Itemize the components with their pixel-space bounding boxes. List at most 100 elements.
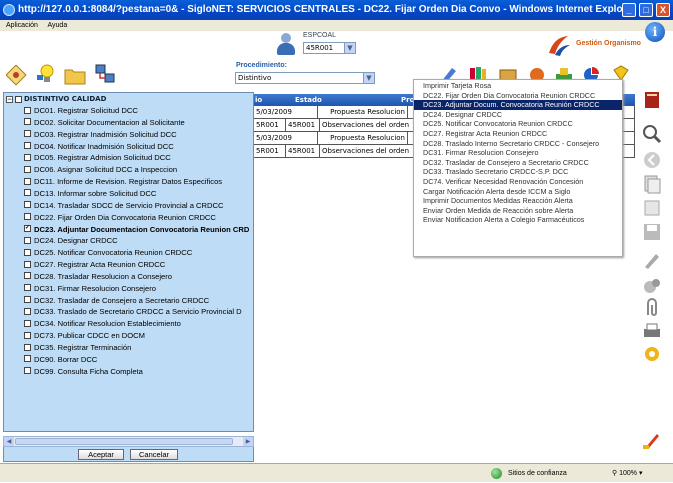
- checkbox[interactable]: [24, 248, 31, 256]
- info-icon[interactable]: i: [645, 22, 665, 42]
- idea-bulb-icon[interactable]: [36, 63, 58, 85]
- tree-item[interactable]: DC25. Notificar Convocatoria Reunion CRD…: [24, 247, 192, 259]
- checkbox[interactable]: [24, 307, 31, 315]
- scroll-left-icon[interactable]: ◀: [4, 437, 14, 446]
- dropdown-item[interactable]: DC22. Fijar Orden Dia Convocatoria Reuni…: [414, 91, 622, 101]
- tree-item[interactable]: DC35. Registrar Terminación: [24, 342, 131, 354]
- tree-item[interactable]: DC27. Registrar Acta Reunion CRDCC: [24, 259, 165, 271]
- dropdown-item[interactable]: DC25. Notificar Convocatoria Reunion CRD…: [414, 119, 622, 129]
- tree-root[interactable]: − DISTINTIVO CALIDAD: [6, 94, 106, 104]
- checkbox[interactable]: [24, 189, 31, 197]
- network-computers-icon[interactable]: [94, 63, 116, 85]
- checkbox[interactable]: [24, 213, 31, 221]
- dropdown-item[interactable]: Enviar Orden Medida de Reacción sobre Al…: [414, 206, 622, 216]
- save-icon[interactable]: [641, 221, 663, 243]
- settings-gear-icon[interactable]: [641, 343, 663, 365]
- checkbox[interactable]: [24, 177, 31, 185]
- checkbox[interactable]: [24, 201, 31, 209]
- security-zone[interactable]: Sitios de confianza: [488, 464, 567, 483]
- checkbox[interactable]: [24, 331, 31, 339]
- dropdown-item[interactable]: DC23. Adjuntar Docum. Convocatoria Reuni…: [414, 100, 622, 110]
- dropdown-item[interactable]: Imprimir Documentos Medidas Reacción Ale…: [414, 196, 622, 206]
- dropdown-item[interactable]: Enviar Notificacion Alerta a Colegio Far…: [414, 215, 622, 225]
- tree-item[interactable]: DC33. Traslado de Secretario CRDCC a Ser…: [24, 306, 242, 318]
- certificate-icon[interactable]: [6, 65, 28, 87]
- checkbox[interactable]: [24, 367, 31, 375]
- checkbox[interactable]: [24, 355, 31, 363]
- scrollbar-thumb[interactable]: [15, 438, 233, 445]
- horizontal-scrollbar[interactable]: ◀ ▶: [3, 436, 254, 447]
- dropdown-item[interactable]: DC28. Traslado Interno Secretario CRDCC …: [414, 139, 622, 149]
- checkbox[interactable]: [24, 118, 31, 126]
- checkbox[interactable]: [24, 165, 31, 173]
- tree-item[interactable]: DC24. Designar CRDCC: [24, 235, 118, 247]
- checkbox[interactable]: ✓: [24, 225, 31, 232]
- tree-item[interactable]: DC99. Consulta Ficha Completa: [24, 366, 143, 378]
- tree-item[interactable]: DC05. Registrar Admision Solicitud DCC: [24, 152, 171, 164]
- dropdown-item[interactable]: DC74. Verificar Necesidad Renovación Con…: [414, 177, 622, 187]
- maximize-button[interactable]: □: [639, 3, 653, 17]
- column-header[interactable]: Estado: [293, 94, 353, 106]
- dropdown-item[interactable]: DC32. Trasladar de Consejero a Secretari…: [414, 158, 622, 168]
- tree-item[interactable]: DC13. Informar sobre Solicitud DCC: [24, 188, 156, 200]
- tree-item[interactable]: DC01. Registrar Solicitud DCC: [24, 105, 138, 117]
- procedure-task-dropdown[interactable]: Imprimir Tarjeta Rosa DC22. Fijar Orden D…: [413, 79, 623, 257]
- dropdown-item[interactable]: DC24. Designar CRDCC: [414, 110, 622, 120]
- column-header[interactable]: io: [253, 94, 293, 106]
- brush-icon[interactable]: [641, 429, 663, 451]
- checkbox[interactable]: [24, 130, 31, 138]
- checkbox[interactable]: [24, 153, 31, 161]
- accept-button[interactable]: Aceptar: [78, 449, 124, 460]
- procedimiento-select[interactable]: Distintivo ▼: [235, 72, 375, 84]
- tools-gray-icon[interactable]: [641, 249, 663, 271]
- chevron-down-icon[interactable]: ▾: [639, 470, 643, 477]
- close-button[interactable]: X: [656, 3, 670, 17]
- chevron-down-icon[interactable]: ▼: [363, 73, 374, 83]
- dropdown-item[interactable]: DC33. Traslado Secretario CRDCC-S.P. DCC: [414, 167, 622, 177]
- book-red-icon[interactable]: [641, 89, 663, 111]
- tree-item[interactable]: DC02. Solicitar Documentacion al Solicit…: [24, 117, 185, 129]
- chevron-down-icon[interactable]: ▼: [344, 43, 355, 53]
- tree-item[interactable]: DC11. Informe de Revision. Registrar Dat…: [24, 176, 222, 188]
- checkbox[interactable]: [24, 343, 31, 351]
- zoom-control[interactable]: ⚲ 100% ▾: [612, 464, 642, 483]
- tree-item[interactable]: DC31. Firmar Resolucion Consejero: [24, 283, 156, 295]
- paperclip-icon[interactable]: [641, 297, 663, 319]
- dropdown-item[interactable]: DC27. Registrar Acta Reunion CRDCC: [414, 129, 622, 139]
- checkbox[interactable]: [24, 236, 31, 244]
- tree-item[interactable]: DC22. Fijar Orden Dia Convocatoria Reuni…: [24, 212, 216, 224]
- root-checkbox[interactable]: [15, 95, 22, 103]
- dropdown-item[interactable]: DC31. Firmar Resolucion Consejero: [414, 148, 622, 158]
- scroll-right-icon[interactable]: ▶: [243, 437, 253, 446]
- user-select[interactable]: 45R001 ▼: [303, 42, 356, 54]
- tree-item[interactable]: DC90. Borrar DCC: [24, 354, 97, 366]
- cancel-button[interactable]: Cancelar: [130, 449, 178, 460]
- tree-item[interactable]: DC73. Publicar CDCC en DOCM: [24, 330, 145, 342]
- tree-item[interactable]: DC06. Asignar Solicitud DCC a Inspeccion: [24, 164, 177, 176]
- checkbox[interactable]: [24, 260, 31, 268]
- back-arrow-icon[interactable]: [641, 149, 663, 171]
- magnifier-icon[interactable]: [641, 123, 663, 145]
- gears-icon[interactable]: [641, 275, 663, 297]
- checkbox[interactable]: [24, 106, 31, 114]
- checkbox[interactable]: [24, 272, 31, 280]
- menu-aplicacion[interactable]: Aplicación: [6, 22, 38, 29]
- menu-ayuda[interactable]: Ayuda: [47, 22, 67, 29]
- collapse-icon[interactable]: −: [6, 95, 13, 103]
- documents-icon[interactable]: [641, 173, 663, 195]
- checkbox[interactable]: [24, 296, 31, 304]
- tree-item[interactable]: ✓ DC23. Adjuntar Documentacion Convocator…: [24, 224, 249, 236]
- tree-item[interactable]: DC28. Trasladar Resolucion a Consejero: [24, 271, 172, 283]
- folder-icon[interactable]: [64, 65, 86, 87]
- tree-item[interactable]: DC34. Notificar Resolucion Establecimien…: [24, 318, 181, 330]
- checkbox[interactable]: [24, 319, 31, 327]
- dropdown-item[interactable]: Imprimir Tarjeta Rosa: [414, 81, 622, 91]
- tree-item[interactable]: DC14. Trasladar SDCC de Servicio Provinc…: [24, 200, 223, 212]
- minimize-button[interactable]: _: [622, 3, 636, 17]
- checkbox[interactable]: [24, 142, 31, 150]
- printer-icon[interactable]: [641, 321, 663, 343]
- dropdown-item[interactable]: Cargar Notificación Alerta desde ICCM a …: [414, 187, 622, 197]
- tree-item[interactable]: DC32. Trasladar de Consejero a Secretari…: [24, 295, 209, 307]
- documents-stack-icon[interactable]: [641, 197, 663, 219]
- checkbox[interactable]: [24, 284, 31, 292]
